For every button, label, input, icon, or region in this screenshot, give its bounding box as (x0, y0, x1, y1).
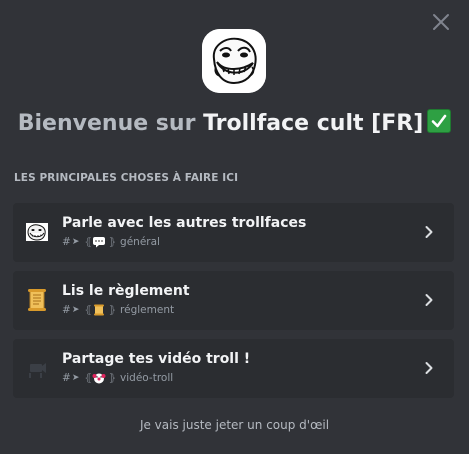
close-icon (433, 14, 449, 30)
welcome-title: Bienvenue sur Trollface cult [FR] (0, 107, 469, 141)
bracket-close-icon: ⦄ (108, 304, 117, 316)
channel-name: général (120, 236, 160, 248)
channel-arrow-icon: ➤ (71, 373, 80, 383)
trollface-logo-icon (202, 29, 266, 93)
todo-channel: # ➤ ⦃ ⦄ général (62, 236, 160, 248)
hash-icon: # (62, 304, 71, 316)
bracket-open-icon: ⦃ (84, 372, 92, 384)
todo-channel: # ➤ ⦃ ⦄ réglement (62, 304, 174, 316)
chevron-right-icon (425, 294, 433, 306)
trollface-icon (26, 223, 48, 241)
todo-item-general[interactable]: Parle avec les autres trollfaces # ➤ ⦃ ⦄… (13, 203, 454, 262)
close-button[interactable] (429, 10, 453, 34)
scroll-emoji-icon (93, 304, 104, 316)
channel-name: vidéo-troll (120, 372, 174, 384)
channel-arrow-icon: ➤ (71, 305, 80, 315)
channel-arrow-icon: ➤ (71, 237, 80, 247)
section-header: LES PRINCIPALES CHOSES À FAIRE ICI (14, 172, 239, 184)
todo-item-troll-videos[interactable]: Partage tes vidéo troll ! # ➤ ⦃ ⦄ vidéo-… (13, 339, 454, 398)
bracket-open-icon: ⦃ (84, 236, 92, 248)
channel-name: réglement (120, 304, 175, 316)
todo-title: Lis le règlement (62, 283, 190, 299)
server-name: Trollface cult [FR] (203, 111, 424, 136)
todo-list: Parle avec les autres trollfaces # ➤ ⦃ ⦄… (13, 203, 454, 407)
chevron-right-icon (425, 362, 433, 374)
server-icon (202, 29, 266, 93)
clown-emoji-icon (92, 373, 106, 384)
hash-icon: # (62, 236, 71, 248)
welcome-dialog: Bienvenue sur Trollface cult [FR] LES PR… (0, 0, 469, 454)
bracket-close-icon: ⦄ (108, 236, 117, 248)
movie-camera-icon (29, 363, 46, 378)
bracket-close-icon: ⦄ (108, 372, 117, 384)
white-check-mark-emoji-icon (427, 109, 452, 133)
welcome-title-prefix: Bienvenue sur (17, 111, 204, 136)
scroll-icon (28, 289, 46, 311)
todo-title: Parle avec les autres trollfaces (62, 215, 307, 231)
chevron-right-icon (425, 226, 433, 238)
bracket-open-icon: ⦃ (84, 304, 92, 316)
hash-icon: # (62, 372, 71, 384)
skip-link[interactable]: Je vais juste jeter un coup d'œil (0, 418, 469, 432)
todo-item-rules[interactable]: Lis le règlement # ➤ ⦃ ⦄ réglement (13, 271, 454, 330)
todo-channel: # ➤ ⦃ ⦄ vidéo-troll (62, 372, 173, 384)
speech-bubble-emoji-icon (92, 237, 105, 248)
todo-title: Partage tes vidéo troll ! (62, 351, 251, 367)
